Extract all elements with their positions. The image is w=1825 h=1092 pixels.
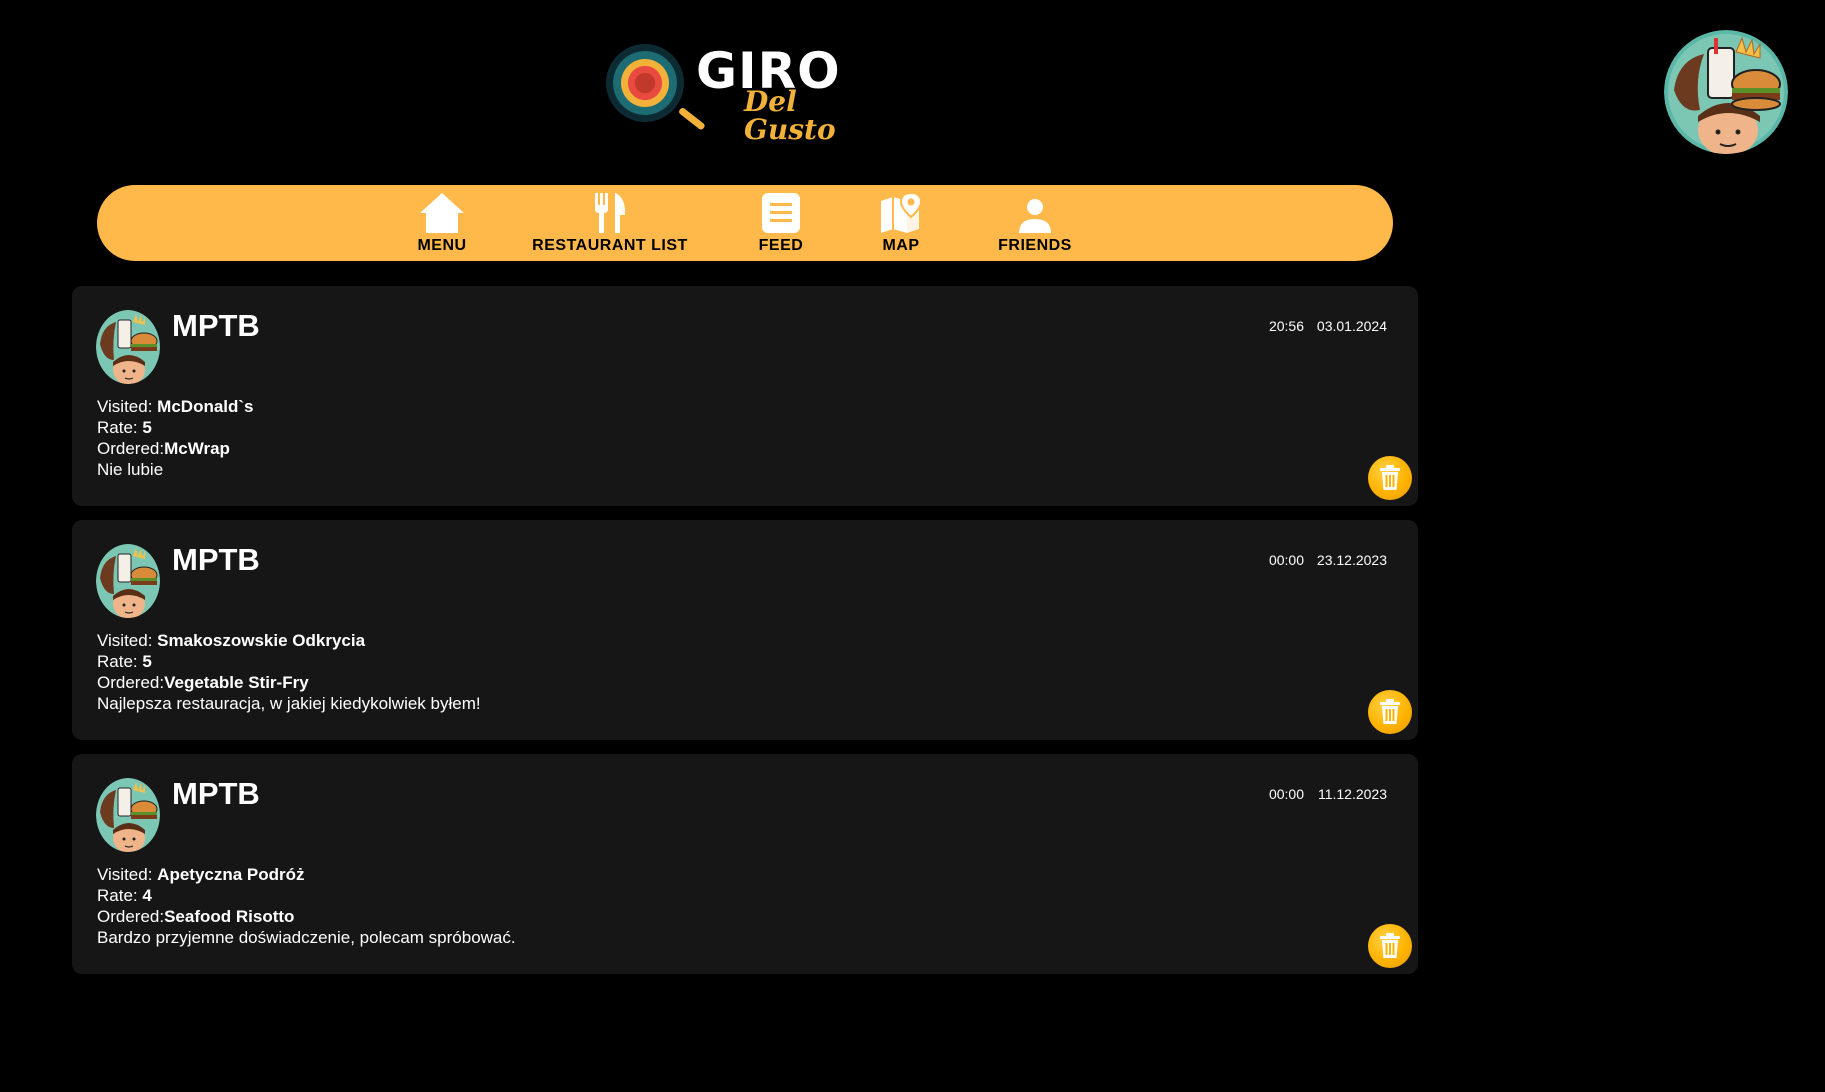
user-avatar-illustration-icon: [96, 778, 160, 852]
nav-item-map[interactable]: MAP: [873, 191, 929, 257]
post-avatar[interactable]: [96, 544, 160, 618]
post-ordered-line: Ordered:Seafood Risotto: [97, 906, 516, 927]
ordered-dish: Seafood Risotto: [164, 907, 295, 926]
post-comment: Bardzo przyjemne doświadczenie, polecam …: [97, 928, 516, 947]
post-username[interactable]: MPTB: [172, 308, 260, 344]
nav-item-restaurant-list[interactable]: RESTAURANT LIST: [529, 191, 691, 257]
user-avatar-illustration-icon: [1664, 30, 1788, 154]
fork-knife-icon: [595, 193, 626, 233]
home-icon: [420, 193, 464, 233]
ordered-dish: Vegetable Stir-Fry: [164, 673, 309, 692]
trash-icon: [1380, 933, 1400, 958]
rate-label: Rate:: [97, 886, 143, 905]
post-username[interactable]: MPTB: [172, 776, 260, 812]
post-card: MPTB 20:56 03.01.2024 Visited: McDonald`…: [72, 286, 1418, 506]
visited-label: Visited:: [97, 397, 158, 416]
post-time: 00:00: [1268, 786, 1304, 802]
post-avatar[interactable]: [96, 310, 160, 384]
rate-value: 5: [142, 418, 152, 437]
post-date: 03.01.2024: [1316, 318, 1387, 334]
post-time: 20:56: [1268, 318, 1304, 334]
visited-label: Visited:: [97, 865, 158, 884]
nav-item-feed[interactable]: FEED: [753, 191, 809, 257]
delete-post-button[interactable]: [1368, 924, 1412, 968]
post-time: 00:00: [1268, 552, 1304, 568]
visited-label: Visited:: [97, 631, 158, 650]
page: GIRO Del Gusto MENU RESTAURANT LIST FEED…: [0, 0, 1825, 1092]
ordered-label: Ordered:: [97, 673, 165, 692]
rate-value: 4: [142, 886, 152, 905]
main-nav: MENU RESTAURANT LIST FEED MAP FRIENDS: [97, 185, 1393, 261]
post-username[interactable]: MPTB: [172, 542, 260, 578]
visited-restaurant[interactable]: Smakoszowskie Odkrycia: [157, 631, 365, 650]
post-visited-line: Visited: Smakoszowskie Odkrycia: [97, 630, 481, 651]
logo-subtitle: Del Gusto: [744, 85, 836, 146]
post-ordered-line: Ordered:Vegetable Stir-Fry: [97, 672, 481, 693]
post-visited-line: Visited: McDonald`s: [97, 396, 254, 417]
visited-restaurant[interactable]: Apetyczna Podróż: [157, 865, 304, 884]
ordered-label: Ordered:: [97, 907, 165, 926]
post-body: Visited: Apetyczna Podróż Rate: 4 Ordere…: [97, 864, 516, 948]
feed-list-icon: [762, 193, 800, 233]
trash-icon: [1380, 699, 1400, 724]
post-date: 11.12.2023: [1317, 786, 1387, 802]
post-card: MPTB 00:00 23.12.2023 Visited: Smakoszow…: [72, 520, 1418, 740]
post-visited-line: Visited: Apetyczna Podróż: [97, 864, 516, 885]
post-comment: Najlepsza restauracja, w jakiej kiedykol…: [97, 694, 481, 713]
nav-label-feed: FEED: [758, 237, 804, 254]
site-logo[interactable]: GIRO Del Gusto: [604, 36, 890, 144]
rate-label: Rate:: [97, 652, 143, 671]
nav-item-friends[interactable]: FRIENDS: [995, 191, 1075, 257]
magnifier-handle: [677, 106, 706, 131]
post-rate-line: Rate: 5: [97, 417, 254, 438]
post-comment: Nie lubie: [97, 460, 164, 479]
delete-post-button[interactable]: [1368, 690, 1412, 734]
user-avatar-illustration-icon: [96, 544, 160, 618]
post-rate-line: Rate: 5: [97, 651, 481, 672]
magnifier-plate-icon: [610, 48, 680, 118]
ordered-label: Ordered:: [97, 439, 165, 458]
person-icon: [1019, 199, 1051, 233]
profile-avatar[interactable]: [1664, 30, 1788, 154]
nav-label-friends: FRIENDS: [998, 237, 1072, 254]
post-body: Visited: McDonald`s Rate: 5 Ordered:McWr…: [97, 396, 254, 480]
map-pin-icon: [881, 191, 923, 233]
ordered-dish: McWrap: [164, 439, 230, 458]
post-body: Visited: Smakoszowskie Odkrycia Rate: 5 …: [97, 630, 481, 714]
post-card: MPTB 00:00 11.12.2023 Visited: Apetyczna…: [72, 754, 1418, 974]
nav-label-map: MAP: [882, 237, 920, 254]
visited-restaurant[interactable]: McDonald`s: [157, 397, 253, 416]
post-avatar[interactable]: [96, 778, 160, 852]
post-ordered-line: Ordered:McWrap: [97, 438, 254, 459]
delete-post-button[interactable]: [1368, 456, 1412, 500]
nav-item-menu[interactable]: MENU: [409, 191, 475, 257]
nav-label-menu: MENU: [417, 237, 467, 254]
rate-label: Rate:: [97, 418, 143, 437]
nav-label-restaurant-list: RESTAURANT LIST: [532, 237, 688, 254]
rate-value: 5: [142, 652, 152, 671]
user-avatar-illustration-icon: [96, 310, 160, 384]
post-date: 23.12.2023: [1316, 552, 1387, 568]
trash-icon: [1380, 465, 1400, 490]
post-rate-line: Rate: 4: [97, 885, 516, 906]
